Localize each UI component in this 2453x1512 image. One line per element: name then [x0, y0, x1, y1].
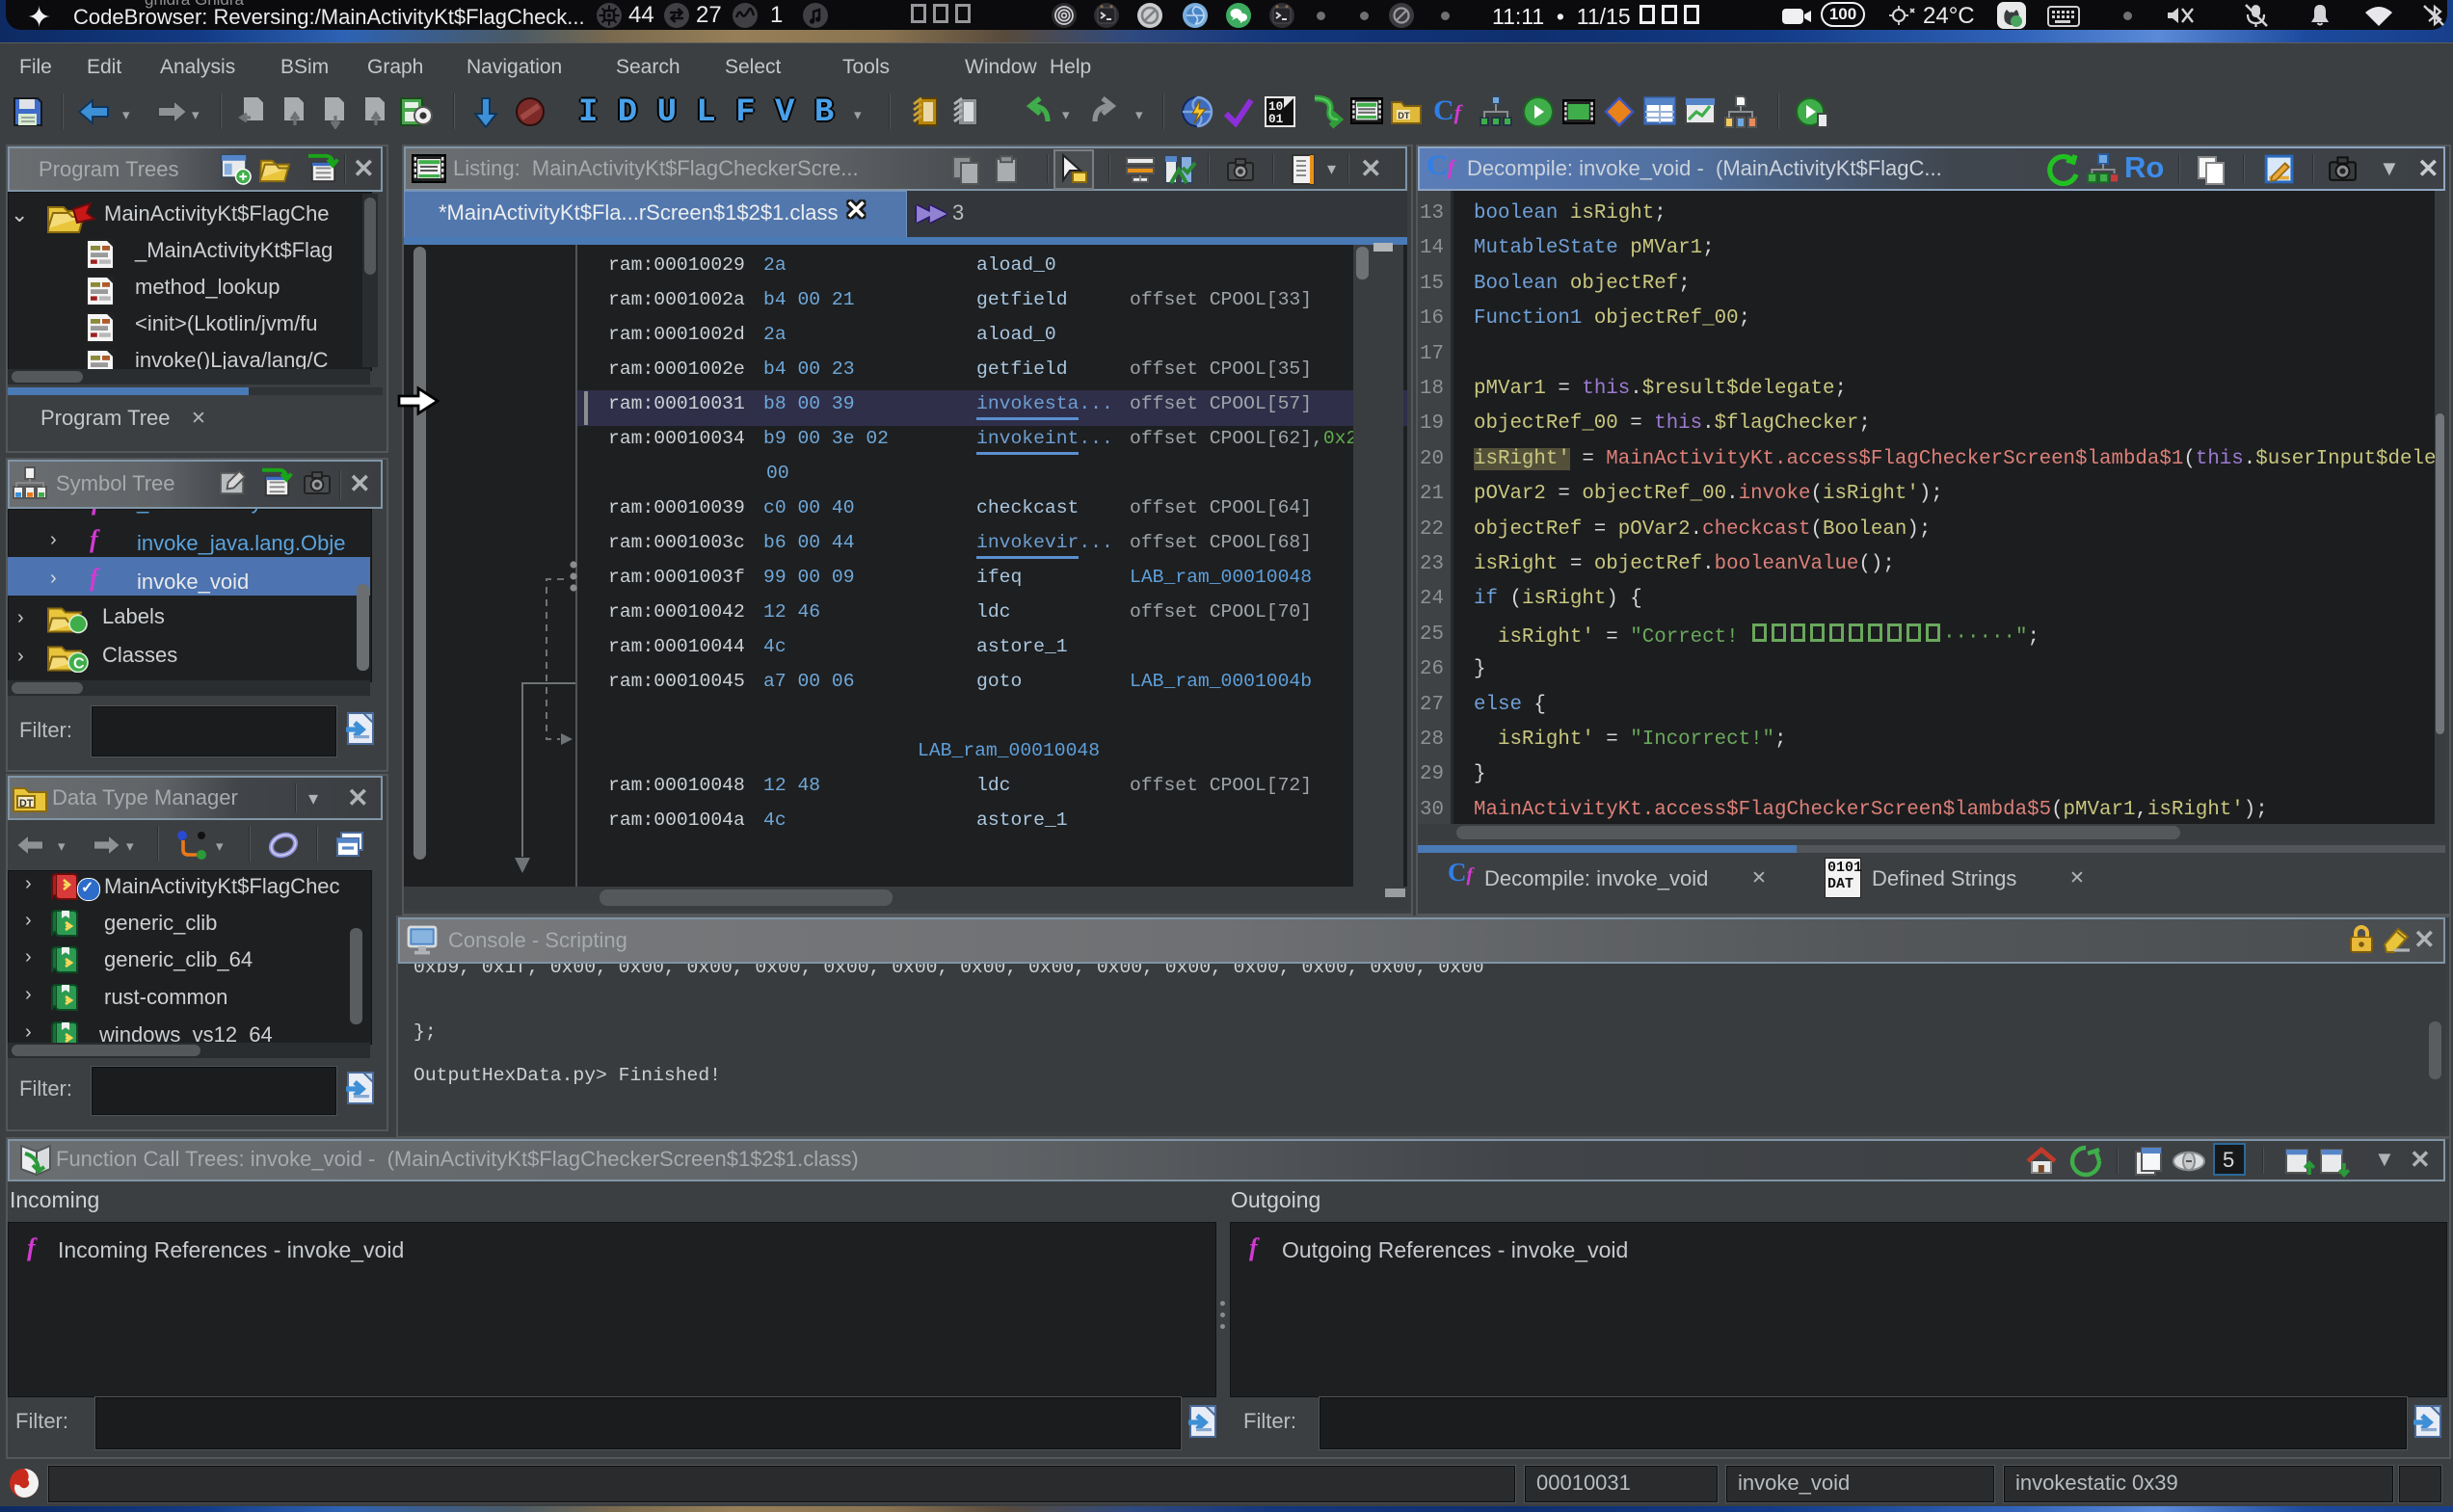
svg-text:01: 01: [1268, 112, 1284, 126]
svg-text:DT: DT: [1398, 111, 1410, 120]
svg-text:C: C: [73, 656, 85, 673]
svg-text:DT: DT: [19, 798, 34, 809]
